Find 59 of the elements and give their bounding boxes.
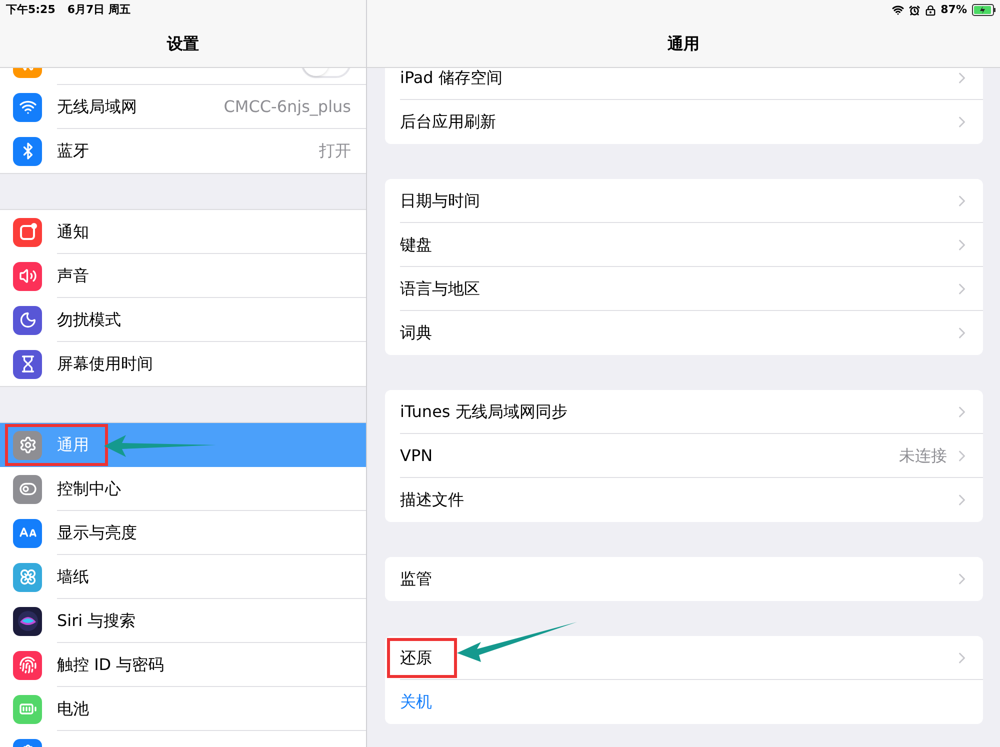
item-label: 还原 bbox=[400, 646, 432, 668]
general-item[interactable]: 描述文件 bbox=[385, 478, 983, 522]
general-item[interactable]: iTunes 无线局域网同步 bbox=[385, 390, 983, 434]
status-time: 下午5:25 bbox=[6, 2, 56, 18]
settings-item[interactable]: 电池 bbox=[0, 687, 366, 731]
settings-item[interactable]: 屏幕使用时间 bbox=[0, 342, 366, 386]
settings-item[interactable]: 通知 bbox=[0, 210, 366, 254]
item-label: 声音 bbox=[57, 264, 89, 286]
item-label: 墙纸 bbox=[57, 566, 89, 588]
item-label: 无线局域网 bbox=[57, 96, 137, 118]
item-label: 后台应用刷新 bbox=[400, 111, 496, 133]
item-value: CMCC-6njs_plus bbox=[224, 96, 351, 118]
item-label: 日期与时间 bbox=[400, 190, 480, 212]
settings-item[interactable]: 勿扰模式 bbox=[0, 298, 366, 342]
general-item[interactable]: VPN 未连接 bbox=[385, 434, 983, 478]
general-item[interactable]: 监管 bbox=[385, 557, 983, 601]
item-label: 通知 bbox=[57, 220, 89, 242]
item-value: 打开 bbox=[319, 140, 351, 162]
alarm-icon bbox=[908, 4, 920, 16]
general-item[interactable]: 日期与时间 bbox=[385, 179, 983, 223]
settings-item[interactable]: 墙纸 bbox=[0, 555, 366, 599]
item-label: 屏幕使用时间 bbox=[57, 353, 153, 375]
item-label: 监管 bbox=[400, 568, 432, 590]
general-item[interactable]: 键盘 bbox=[385, 223, 983, 267]
settings-item[interactable]: 显示与亮度 bbox=[0, 511, 366, 555]
item-label: 语言与地区 bbox=[400, 278, 480, 300]
settings-item[interactable]: 触控 ID 与密码 bbox=[0, 643, 366, 687]
general-item[interactable]: iPad 储存空间 bbox=[385, 68, 983, 100]
item-label: 通用 bbox=[57, 434, 89, 456]
item-label: Siri 与搜索 bbox=[57, 610, 136, 632]
item-label: 勿扰模式 bbox=[57, 308, 121, 330]
settings-item[interactable]: Siri 与搜索 bbox=[0, 599, 366, 643]
item-label: 电池 bbox=[57, 698, 89, 720]
item-label: VPN bbox=[400, 444, 433, 466]
wifi-signal-icon bbox=[892, 4, 904, 16]
item-label: 关机 bbox=[400, 691, 432, 713]
item-label: 控制中心 bbox=[57, 478, 121, 500]
item-label: iPad 储存空间 bbox=[400, 68, 502, 88]
settings-item[interactable]: 蓝牙 打开 bbox=[0, 129, 366, 173]
item-label: 词典 bbox=[400, 322, 432, 344]
general-item[interactable]: 关机 bbox=[385, 680, 983, 724]
settings-item[interactable]: 无线局域网 CMCC-6njs_plus bbox=[0, 85, 366, 129]
status-date: 6月7日 周五 bbox=[67, 2, 131, 18]
item-label: 显示与亮度 bbox=[57, 522, 137, 544]
item-label: 描述文件 bbox=[400, 489, 464, 511]
general-item[interactable]: 后台应用刷新 bbox=[385, 100, 983, 144]
item-label: 蓝牙 bbox=[57, 140, 89, 162]
settings-item[interactable]: 控制中心 bbox=[0, 467, 366, 511]
item-label: 键盘 bbox=[400, 234, 432, 256]
window-title: 设置 bbox=[167, 32, 199, 54]
settings-item[interactable]: 声音 bbox=[0, 254, 366, 298]
general-item[interactable]: 语言与地区 bbox=[385, 267, 983, 311]
item-label: 触控 ID 与密码 bbox=[57, 654, 164, 676]
battery-percent: 87% bbox=[940, 2, 967, 18]
battery-icon bbox=[972, 4, 996, 16]
item-label: iTunes 无线局域网同步 bbox=[400, 400, 568, 422]
page-title: 通用 bbox=[668, 32, 700, 54]
general-item[interactable]: 词典 bbox=[385, 311, 983, 355]
item-value: 未连接 bbox=[899, 444, 947, 466]
